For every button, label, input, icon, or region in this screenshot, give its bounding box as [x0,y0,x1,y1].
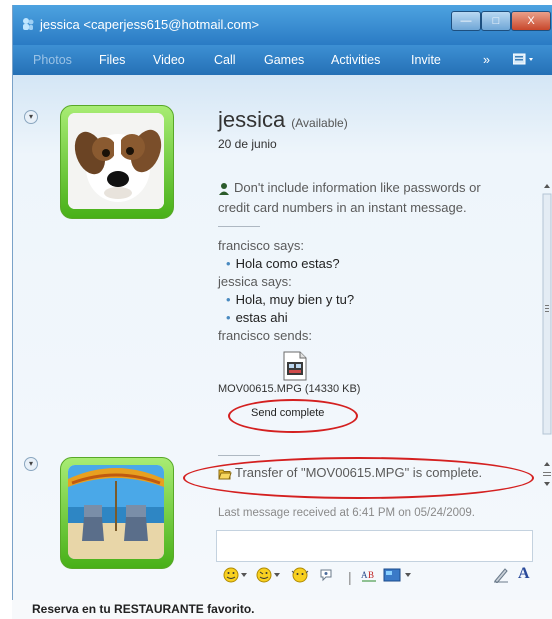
minimize-button[interactable]: — [451,11,481,31]
contact-avatar-image [68,113,164,209]
ad-text[interactable]: Reserva en tu RESTAURANTE favorito. [32,602,255,616]
my-avatar[interactable] [60,457,174,569]
contact-avatar[interactable] [60,105,174,219]
svg-text:B: B [368,570,374,580]
dog-picture [68,113,164,209]
my-avatar-image [68,465,164,559]
voice-clip-icon[interactable] [318,567,334,586]
maximize-button[interactable]: □ [481,11,511,31]
window-title: jessica <caperjess615@hotmail.com> [40,17,260,32]
menu-item-call[interactable]: Call [214,53,236,67]
menu-item-photos[interactable]: Photos [33,53,72,67]
highlight-ellipse-transfer [183,457,534,499]
security-warning-line1: Don't include information like passwords… [234,180,481,195]
message-input[interactable] [216,530,533,562]
file-name-label[interactable]: MOV00615.MPG (14330 KB) [218,383,360,395]
contact-status: (Available) [291,116,348,130]
title-bar[interactable]: jessica <caperjess615@hotmail.com> — □ X [13,5,552,45]
svg-text:A: A [361,570,368,580]
maximize-icon: □ [492,15,500,27]
toolbar-separator: | [348,569,352,585]
highlight-ellipse-send [228,399,358,433]
font-button[interactable]: A [518,565,530,583]
security-warning-line2: credit card numbers in an instant messag… [218,200,467,215]
video-file-icon[interactable] [281,351,309,381]
handwriting-icon[interactable] [493,567,509,586]
chat-window: jessica <caperjess615@hotmail.com> — □ X… [12,5,552,600]
speaker-label: francisco says: [218,238,304,253]
contact-display-name: jessica [218,107,286,132]
menu-item-invite[interactable]: Invite [411,53,441,67]
menu-item-games[interactable]: Games [264,53,304,67]
wink-icon[interactable] [256,567,282,586]
menu-overflow-icon[interactable]: » [483,53,490,67]
menu-bar: Photos Files Video Call Games Activities… [13,45,552,75]
message-line: • estas ahi [226,310,288,325]
speaker-label: francisco sends: [218,328,312,343]
menu-item-files[interactable]: Files [99,53,125,67]
security-warning-icon [219,183,229,195]
transfer-divider [218,455,260,456]
close-icon: X [527,15,535,27]
menu-item-activities[interactable]: Activities [331,53,380,67]
menu-item-video[interactable]: Video [153,53,185,67]
conversation-area: ▾ jessica (Available) 20 de junio Don't … [13,75,552,600]
ad-banner[interactable]: Reserva en tu RESTAURANTE favorito. [12,600,552,619]
contact-personal-message: 20 de junio [218,137,277,151]
emoticon-icon[interactable] [223,567,249,586]
close-button[interactable]: X [511,11,551,31]
contact-name: jessica (Available) [218,107,348,133]
collapse-contact-icon[interactable]: ▾ [24,110,38,124]
beach-picture [68,465,164,559]
message-line: • Hola como estas? [226,256,340,271]
desktop-edge [0,0,12,619]
spell-check-icon[interactable]: AB [360,567,378,586]
nudge-icon[interactable] [291,567,309,586]
background-icon[interactable] [383,567,413,586]
splitter-arrows-icon[interactable] [541,460,552,490]
messenger-buddy-icon [23,18,34,30]
menu-options-icon[interactable] [513,53,537,67]
conversation-scrollbar[interactable] [541,180,552,450]
minimize-icon: — [460,15,472,27]
warning-divider [218,226,260,227]
message-line: • Hola, muy bien y tu? [226,292,355,307]
speaker-label: jessica says: [218,274,292,289]
last-message-timestamp: Last message received at 6:41 PM on 05/2… [218,507,475,519]
collapse-self-icon[interactable]: ▾ [24,457,38,471]
